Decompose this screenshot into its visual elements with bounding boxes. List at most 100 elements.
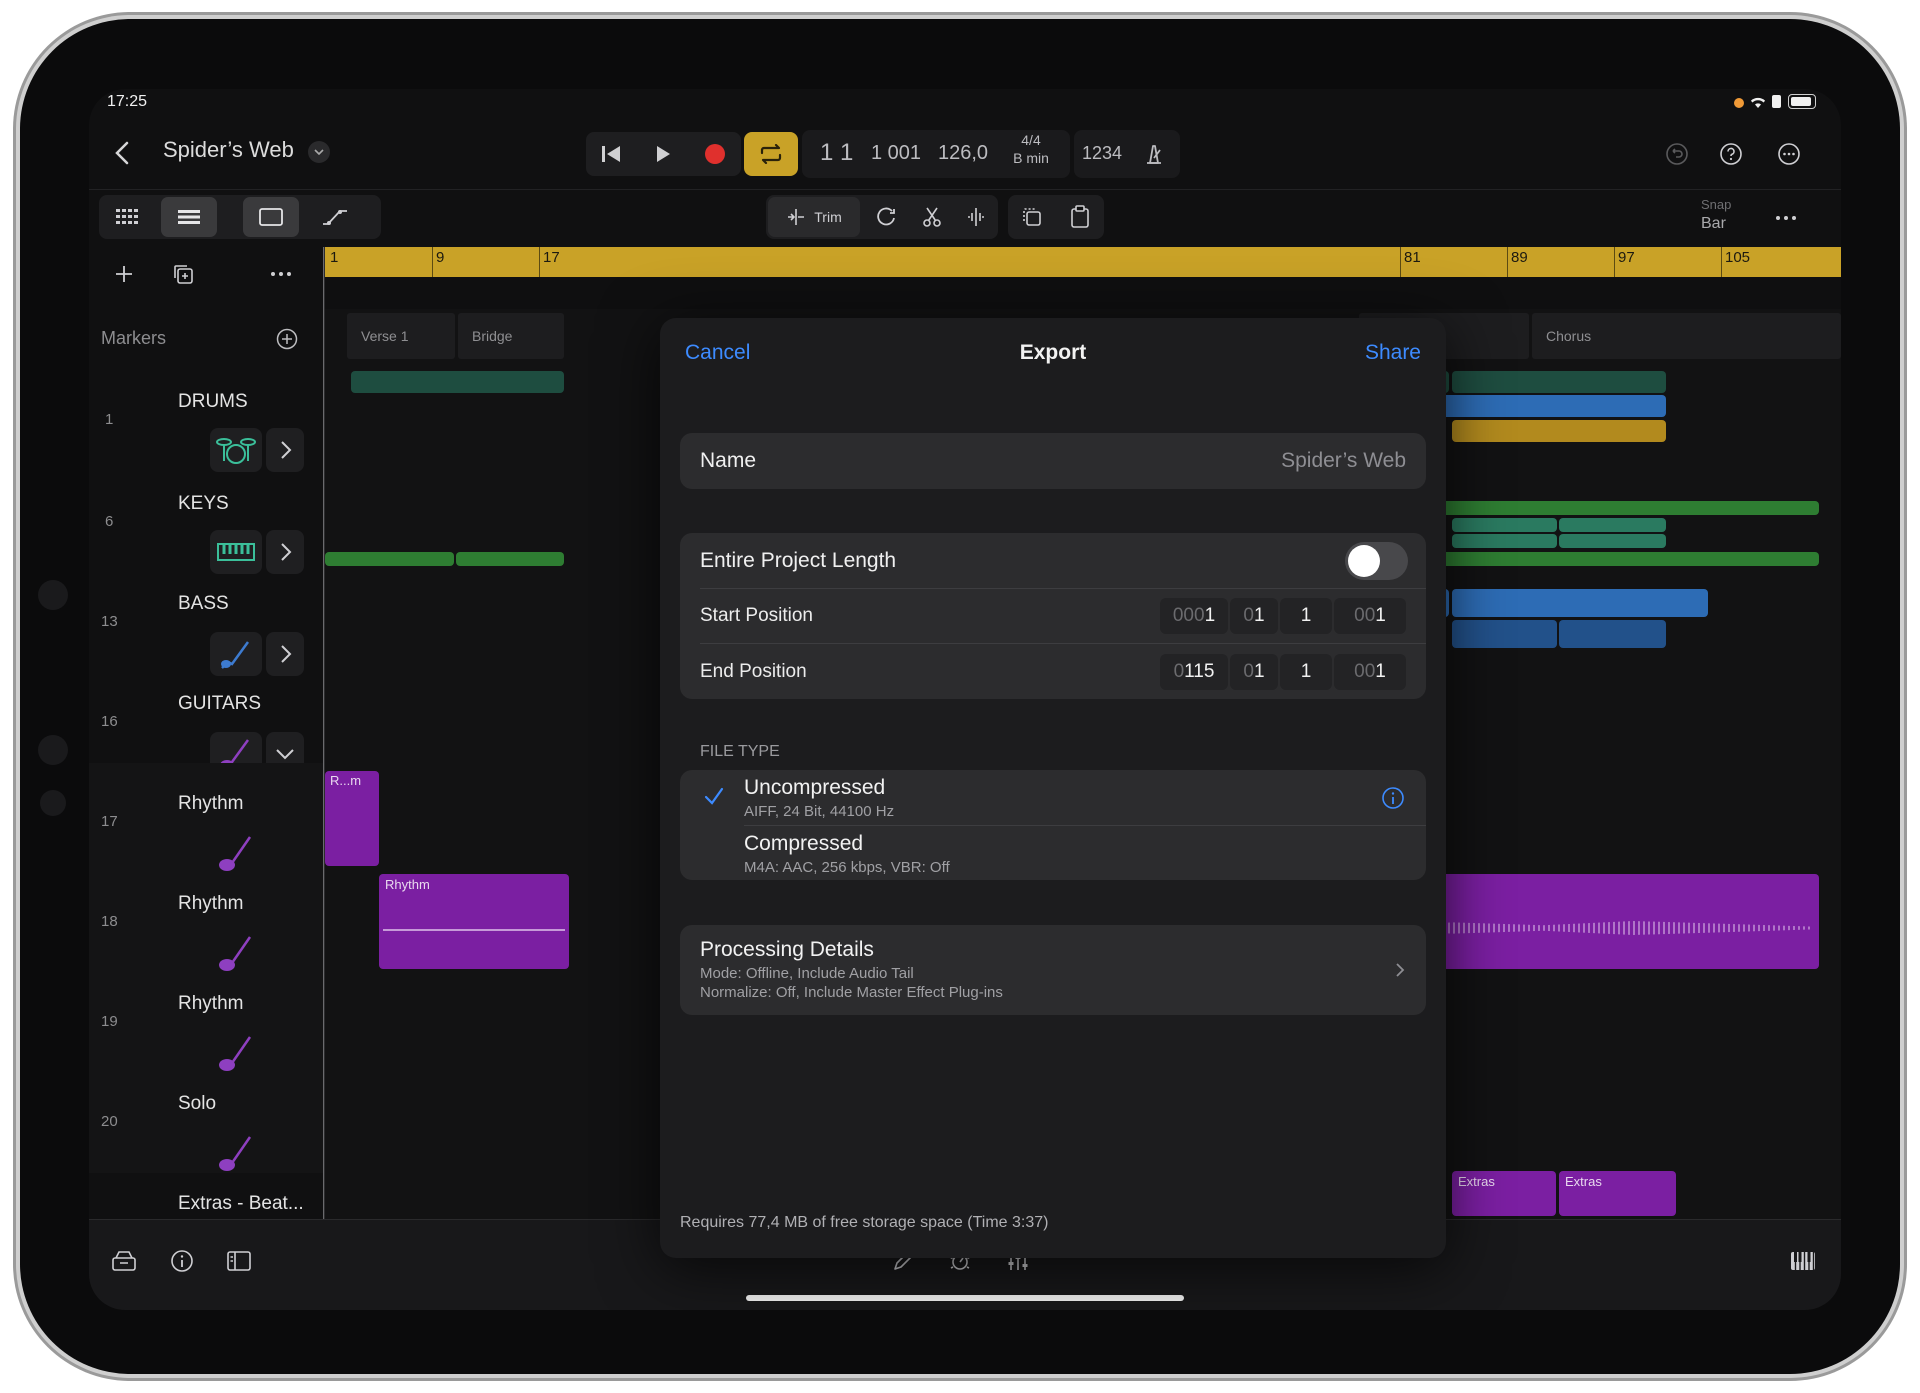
more-icon[interactable] xyxy=(1771,203,1801,233)
ruler-tick xyxy=(1614,247,1615,277)
bass-region[interactable] xyxy=(1559,620,1666,648)
file-type-uncompressed[interactable]: Uncompressed AIFF, 24 Bit, 44100 Hz xyxy=(680,770,1426,825)
sidebar-toggle-icon[interactable] xyxy=(221,1243,257,1279)
bass-guitar-icon[interactable] xyxy=(210,632,262,676)
keys-region[interactable] xyxy=(1559,518,1666,532)
record-icon[interactable] xyxy=(690,132,740,176)
end-beat-segment[interactable]: 01 xyxy=(1230,654,1278,690)
track-name: BASS xyxy=(178,593,229,614)
name-row[interactable]: Name Spider’s Web xyxy=(680,433,1426,489)
track-header-solo[interactable]: Solo xyxy=(158,1083,324,1183)
ruler-tick xyxy=(432,247,433,277)
expand-chevron-icon[interactable] xyxy=(266,632,304,676)
undo-icon[interactable] xyxy=(1662,139,1692,169)
bass-region[interactable] xyxy=(1452,620,1557,648)
track-header-bass[interactable]: BASS xyxy=(158,583,324,683)
add-marker-icon[interactable] xyxy=(273,325,301,353)
track-header-rhythm[interactable]: Rhythm xyxy=(158,883,324,983)
lcd-tempo[interactable]: 126,0 xyxy=(938,142,988,165)
start-division-segment[interactable]: 1 xyxy=(1280,598,1332,634)
lcd-time-signature[interactable]: 4/4 xyxy=(1009,132,1053,148)
playhead[interactable] xyxy=(323,247,324,1219)
track-options-icon[interactable] xyxy=(266,259,296,289)
region-view-icon[interactable] xyxy=(243,197,299,237)
end-division-segment[interactable]: 1 xyxy=(1280,654,1332,690)
snap-value[interactable]: Bar xyxy=(1701,215,1726,233)
rhythm-region[interactable]: Rhythm xyxy=(379,874,569,969)
region-label: Rhythm xyxy=(385,877,430,892)
keys-region[interactable] xyxy=(1559,534,1666,548)
back-icon[interactable] xyxy=(107,133,137,173)
cycle-icon[interactable] xyxy=(744,132,798,176)
end-tick-segment[interactable]: 001 xyxy=(1334,654,1406,690)
tracks-view-icon[interactable] xyxy=(161,197,217,237)
bass-region[interactable] xyxy=(1452,589,1708,617)
extras-region[interactable]: Extras xyxy=(1559,1171,1676,1216)
track-header-drums[interactable]: DRUMS xyxy=(158,381,324,481)
keys-region[interactable] xyxy=(325,552,454,566)
info-icon[interactable] xyxy=(164,1243,200,1279)
track-name: Extras - Beat... xyxy=(178,1193,304,1214)
ruler-tick xyxy=(539,247,540,277)
keys-region[interactable] xyxy=(456,552,564,566)
loop-tool-icon[interactable] xyxy=(864,197,908,237)
end-bar-segment[interactable]: 0115 xyxy=(1160,654,1228,690)
info-icon[interactable] xyxy=(1380,785,1406,811)
automation-icon[interactable] xyxy=(307,197,363,237)
add-track-icon[interactable] xyxy=(109,259,139,289)
marker-verse-1[interactable]: Verse 1 xyxy=(347,313,455,359)
count-in-button[interactable]: 1234 xyxy=(1082,143,1122,164)
keys-region[interactable] xyxy=(1452,518,1557,532)
drum-region[interactable] xyxy=(351,371,564,393)
expand-chevron-icon[interactable] xyxy=(266,428,304,472)
expand-chevron-icon[interactable] xyxy=(266,530,304,574)
metronome-icon[interactable] xyxy=(1139,139,1169,169)
drum-region[interactable] xyxy=(1452,371,1666,393)
entire-length-toggle[interactable] xyxy=(1345,542,1408,580)
home-indicator[interactable] xyxy=(746,1295,1184,1301)
extras-region[interactable]: Extras xyxy=(1452,1171,1556,1216)
keyboard-icon[interactable] xyxy=(1785,1243,1821,1279)
end-position-field[interactable]: 0115 01 1 001 xyxy=(1160,645,1406,699)
go-to-start-icon[interactable] xyxy=(586,132,636,176)
scissors-icon[interactable] xyxy=(910,197,954,237)
region-label: R...m xyxy=(330,773,362,788)
drum-kit-icon[interactable] xyxy=(210,428,262,472)
help-icon[interactable] xyxy=(1716,139,1746,169)
keys-region[interactable] xyxy=(1452,534,1557,548)
project-title[interactable]: Spider’s Web xyxy=(163,137,294,163)
lcd-key[interactable]: B min xyxy=(1009,150,1053,166)
track-header-keys[interactable]: KEYS xyxy=(158,483,324,583)
drum-region[interactable] xyxy=(1452,420,1666,442)
track-name: DRUMS xyxy=(178,391,248,412)
keyboard-icon[interactable] xyxy=(210,530,262,574)
rhythm-region[interactable]: R...m xyxy=(325,771,379,866)
paste-icon[interactable] xyxy=(1058,197,1102,237)
start-position-field[interactable]: 0001 01 1 001 xyxy=(1160,589,1406,643)
ruler-tick xyxy=(1721,247,1722,277)
track-header-rhythm[interactable]: Rhythm xyxy=(158,983,324,1083)
start-tick-segment[interactable]: 001 xyxy=(1334,598,1406,634)
lcd-bar: 1 1 xyxy=(820,139,854,166)
split-waveform-icon[interactable] xyxy=(954,197,998,237)
marker-bridge[interactable]: Bridge xyxy=(458,313,564,359)
play-icon[interactable] xyxy=(638,132,688,176)
title-menu-chevron-icon[interactable] xyxy=(308,141,330,163)
trim-tool-button[interactable]: Trim xyxy=(768,197,860,237)
processing-details-row[interactable]: Processing Details Mode: Offline, Includ… xyxy=(680,925,1426,1015)
browser-icon[interactable] xyxy=(106,1243,142,1279)
toolbar-divider xyxy=(89,189,1841,190)
live-loops-grid-icon[interactable] xyxy=(99,195,155,239)
duplicate-track-icon[interactable] xyxy=(168,259,198,289)
track-header-extras[interactable]: Extras - Beat... xyxy=(158,1183,324,1219)
name-field[interactable]: Spider’s Web xyxy=(1281,449,1406,473)
track-header-rhythm[interactable]: Rhythm xyxy=(158,783,324,883)
share-button[interactable]: Share xyxy=(1365,341,1421,365)
marker-chorus[interactable]: Chorus xyxy=(1532,313,1841,359)
file-type-compressed[interactable]: Compressed M4A: AAC, 256 kbps, VBR: Off xyxy=(680,826,1426,880)
copy-icon[interactable] xyxy=(1010,197,1054,237)
start-bar-segment[interactable]: 0001 xyxy=(1160,598,1228,634)
checkmark-icon xyxy=(702,784,726,808)
more-options-icon[interactable] xyxy=(1774,139,1804,169)
start-beat-segment[interactable]: 01 xyxy=(1230,598,1278,634)
